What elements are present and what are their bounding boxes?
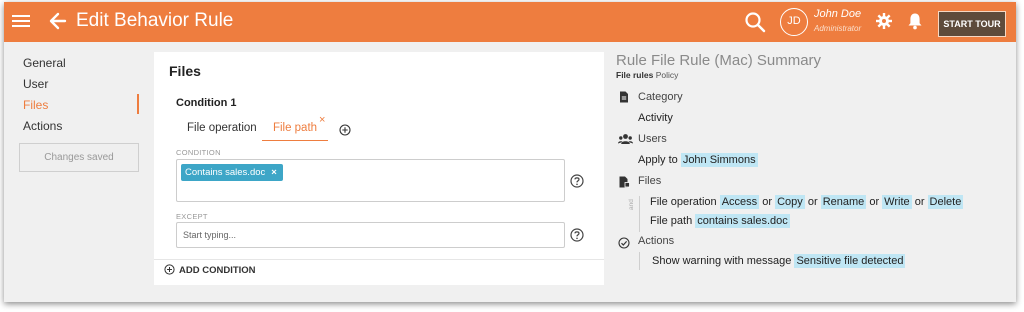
action-highlight: Sensitive file detected	[794, 254, 906, 268]
tab-file-operation[interactable]: File operation	[187, 122, 257, 134]
except-label: EXCEPT	[176, 212, 208, 221]
sidebar-item-files[interactable]: Files	[23, 98, 48, 112]
chip-remove-icon[interactable]: ×	[271, 167, 277, 178]
condition-label: CONDITION	[176, 148, 221, 157]
user-role: Administrator	[814, 24, 862, 33]
file-operation-value: File operation Access or Copy or Rename …	[650, 195, 964, 209]
bell-icon[interactable]	[907, 12, 923, 30]
condition-field[interactable]: Contains sales.doc ×	[176, 159, 565, 202]
rule-summary: Rule File Rule (Mac) Summary File rules …	[614, 52, 1014, 292]
page-title: Edit Behavior Rule	[76, 10, 234, 31]
category-value: Activity	[638, 112, 673, 124]
add-tab-icon[interactable]	[339, 124, 351, 136]
sidebar-item-actions[interactable]: Actions	[23, 119, 62, 133]
actions-bracket	[639, 252, 640, 270]
app-window: Edit Behavior Rule JD John Doe Administr…	[4, 2, 1016, 302]
add-condition-label: ADD CONDITION	[179, 265, 256, 276]
users-icon	[618, 134, 633, 144]
or-word: or	[869, 196, 880, 208]
tab-close-icon[interactable]: ×	[319, 114, 325, 126]
condition-chip[interactable]: Contains sales.doc ×	[181, 164, 283, 181]
sidebar-active-indicator	[137, 94, 139, 114]
file-operation-copy: Copy	[775, 195, 805, 209]
except-input[interactable]	[176, 222, 565, 248]
divider	[154, 259, 604, 260]
file-path-value: File path contains sales.doc	[650, 214, 790, 228]
changes-saved-button[interactable]: Changes saved	[19, 143, 139, 172]
users-value: Apply to John Simmons	[638, 153, 758, 167]
and-bracket	[639, 196, 640, 232]
search-icon[interactable]	[744, 11, 766, 33]
add-condition-button[interactable]: ADD CONDITION	[164, 264, 256, 282]
file-operation-delete: Delete	[927, 195, 964, 209]
users-prefix: Apply to	[638, 154, 678, 166]
condition-title: Condition 1	[176, 97, 237, 109]
action-value: Show warning with message Sensitive file…	[652, 254, 906, 268]
file-lock-icon	[619, 176, 630, 188]
hamburger-menu-icon[interactable]	[12, 12, 30, 32]
gear-icon[interactable]	[876, 13, 892, 29]
and-label: and	[628, 199, 635, 210]
file-operation-write: Write	[882, 195, 912, 209]
actions-label: Actions	[638, 235, 675, 247]
file-operation-rename: Rename	[820, 195, 867, 209]
help-icon[interactable]	[570, 228, 584, 242]
or-word: or	[807, 196, 818, 208]
check-circle-icon	[618, 237, 630, 249]
files-editor-card: Files Condition 1 File operation File pa…	[154, 52, 604, 285]
start-tour-button[interactable]: START TOUR	[938, 11, 1006, 37]
action-prefix: Show warning with message	[652, 255, 792, 267]
chip-label: Contains sales.doc	[185, 167, 266, 178]
back-arrow-icon[interactable]	[48, 10, 68, 32]
sidebar: General User Files Actions Changes saved	[4, 42, 154, 302]
or-word: or	[762, 196, 773, 208]
sidebar-item-user[interactable]: User	[23, 77, 48, 91]
user-name[interactable]: John Doe	[814, 8, 861, 20]
file-operation-prefix: File operation	[650, 196, 717, 208]
category-label: Category	[638, 91, 683, 103]
top-bar: Edit Behavior Rule JD John Doe Administr…	[4, 2, 1016, 42]
files-label: Files	[638, 175, 662, 187]
avatar[interactable]: JD	[780, 8, 808, 36]
section-heading: Files	[169, 63, 201, 79]
or-word: or	[914, 196, 925, 208]
summary-subtitle: File rules Policy	[616, 70, 678, 80]
summary-subtitle-bold: File rules	[616, 70, 654, 80]
sidebar-item-general[interactable]: General	[23, 56, 66, 70]
users-label: Users	[638, 133, 667, 145]
users-highlight: John Simmons	[680, 153, 758, 167]
add-circle-icon	[164, 264, 175, 275]
file-path-prefix: File path	[650, 215, 693, 227]
file-path-highlight: contains sales.doc	[695, 214, 790, 228]
summary-title: Rule File Rule (Mac) Summary	[616, 52, 822, 69]
file-operation-access: Access	[719, 195, 760, 209]
summary-subtitle-rest: Policy	[655, 70, 679, 80]
help-icon[interactable]	[570, 174, 584, 188]
document-icon	[620, 91, 628, 103]
